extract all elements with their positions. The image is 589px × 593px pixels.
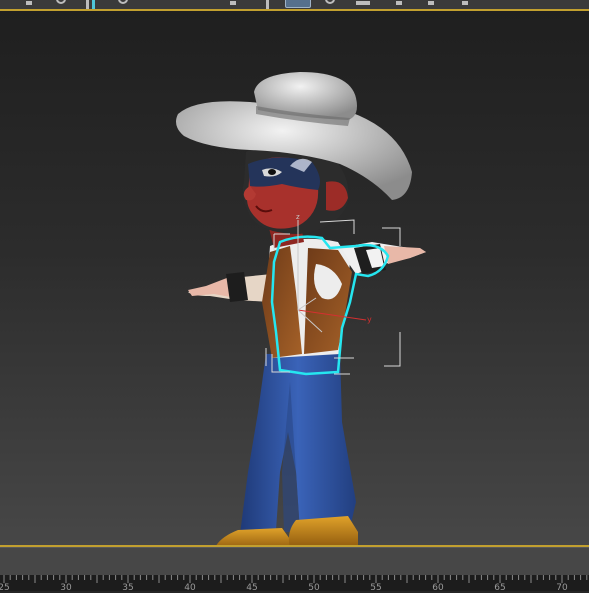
object-select-icon[interactable] [266,0,269,9]
right-boot [288,516,358,545]
select-tool-icon[interactable] [26,1,32,5]
ruler-label: 45 [246,583,258,593]
pivot-icon[interactable] [230,1,236,5]
ruler-label: 25 [0,583,10,593]
render-frame-icon[interactable] [325,0,335,4]
timeline: 25 30 35 40 45 50 55 60 65 70 [0,547,589,593]
character-scene: z y [176,72,426,545]
settings-icon[interactable] [462,1,468,5]
right-hand [384,246,426,264]
gizmo-label-y: y [367,315,372,324]
ruler-label: 35 [122,583,134,593]
ruler-label: 30 [60,583,72,593]
ruler-label: 60 [432,583,444,593]
gizmo-label-z: z [296,213,300,221]
ruler-label: 50 [308,583,320,593]
spinner-icon[interactable] [356,1,370,5]
ruler-label: 55 [370,583,382,593]
timeline-track[interactable] [0,547,589,576]
orbit-button[interactable] [285,0,311,8]
rotate-tool-icon[interactable] [56,0,66,4]
ruler-label: 70 [556,583,568,593]
selection-region-icon[interactable] [86,0,89,9]
perspective-viewport[interactable]: z y [0,9,589,547]
frame-ruler[interactable]: 25 30 35 40 45 50 55 60 65 70 [0,575,589,593]
ruler-label: 65 [494,583,506,593]
left-boot [216,528,292,545]
move-gizmo-icon[interactable] [118,0,128,4]
redo-icon[interactable] [428,1,434,5]
undo-icon[interactable] [396,1,402,5]
ruler-label: 40 [184,583,196,593]
angle-snap-icon[interactable] [92,0,95,9]
main-toolbar [0,0,589,9]
